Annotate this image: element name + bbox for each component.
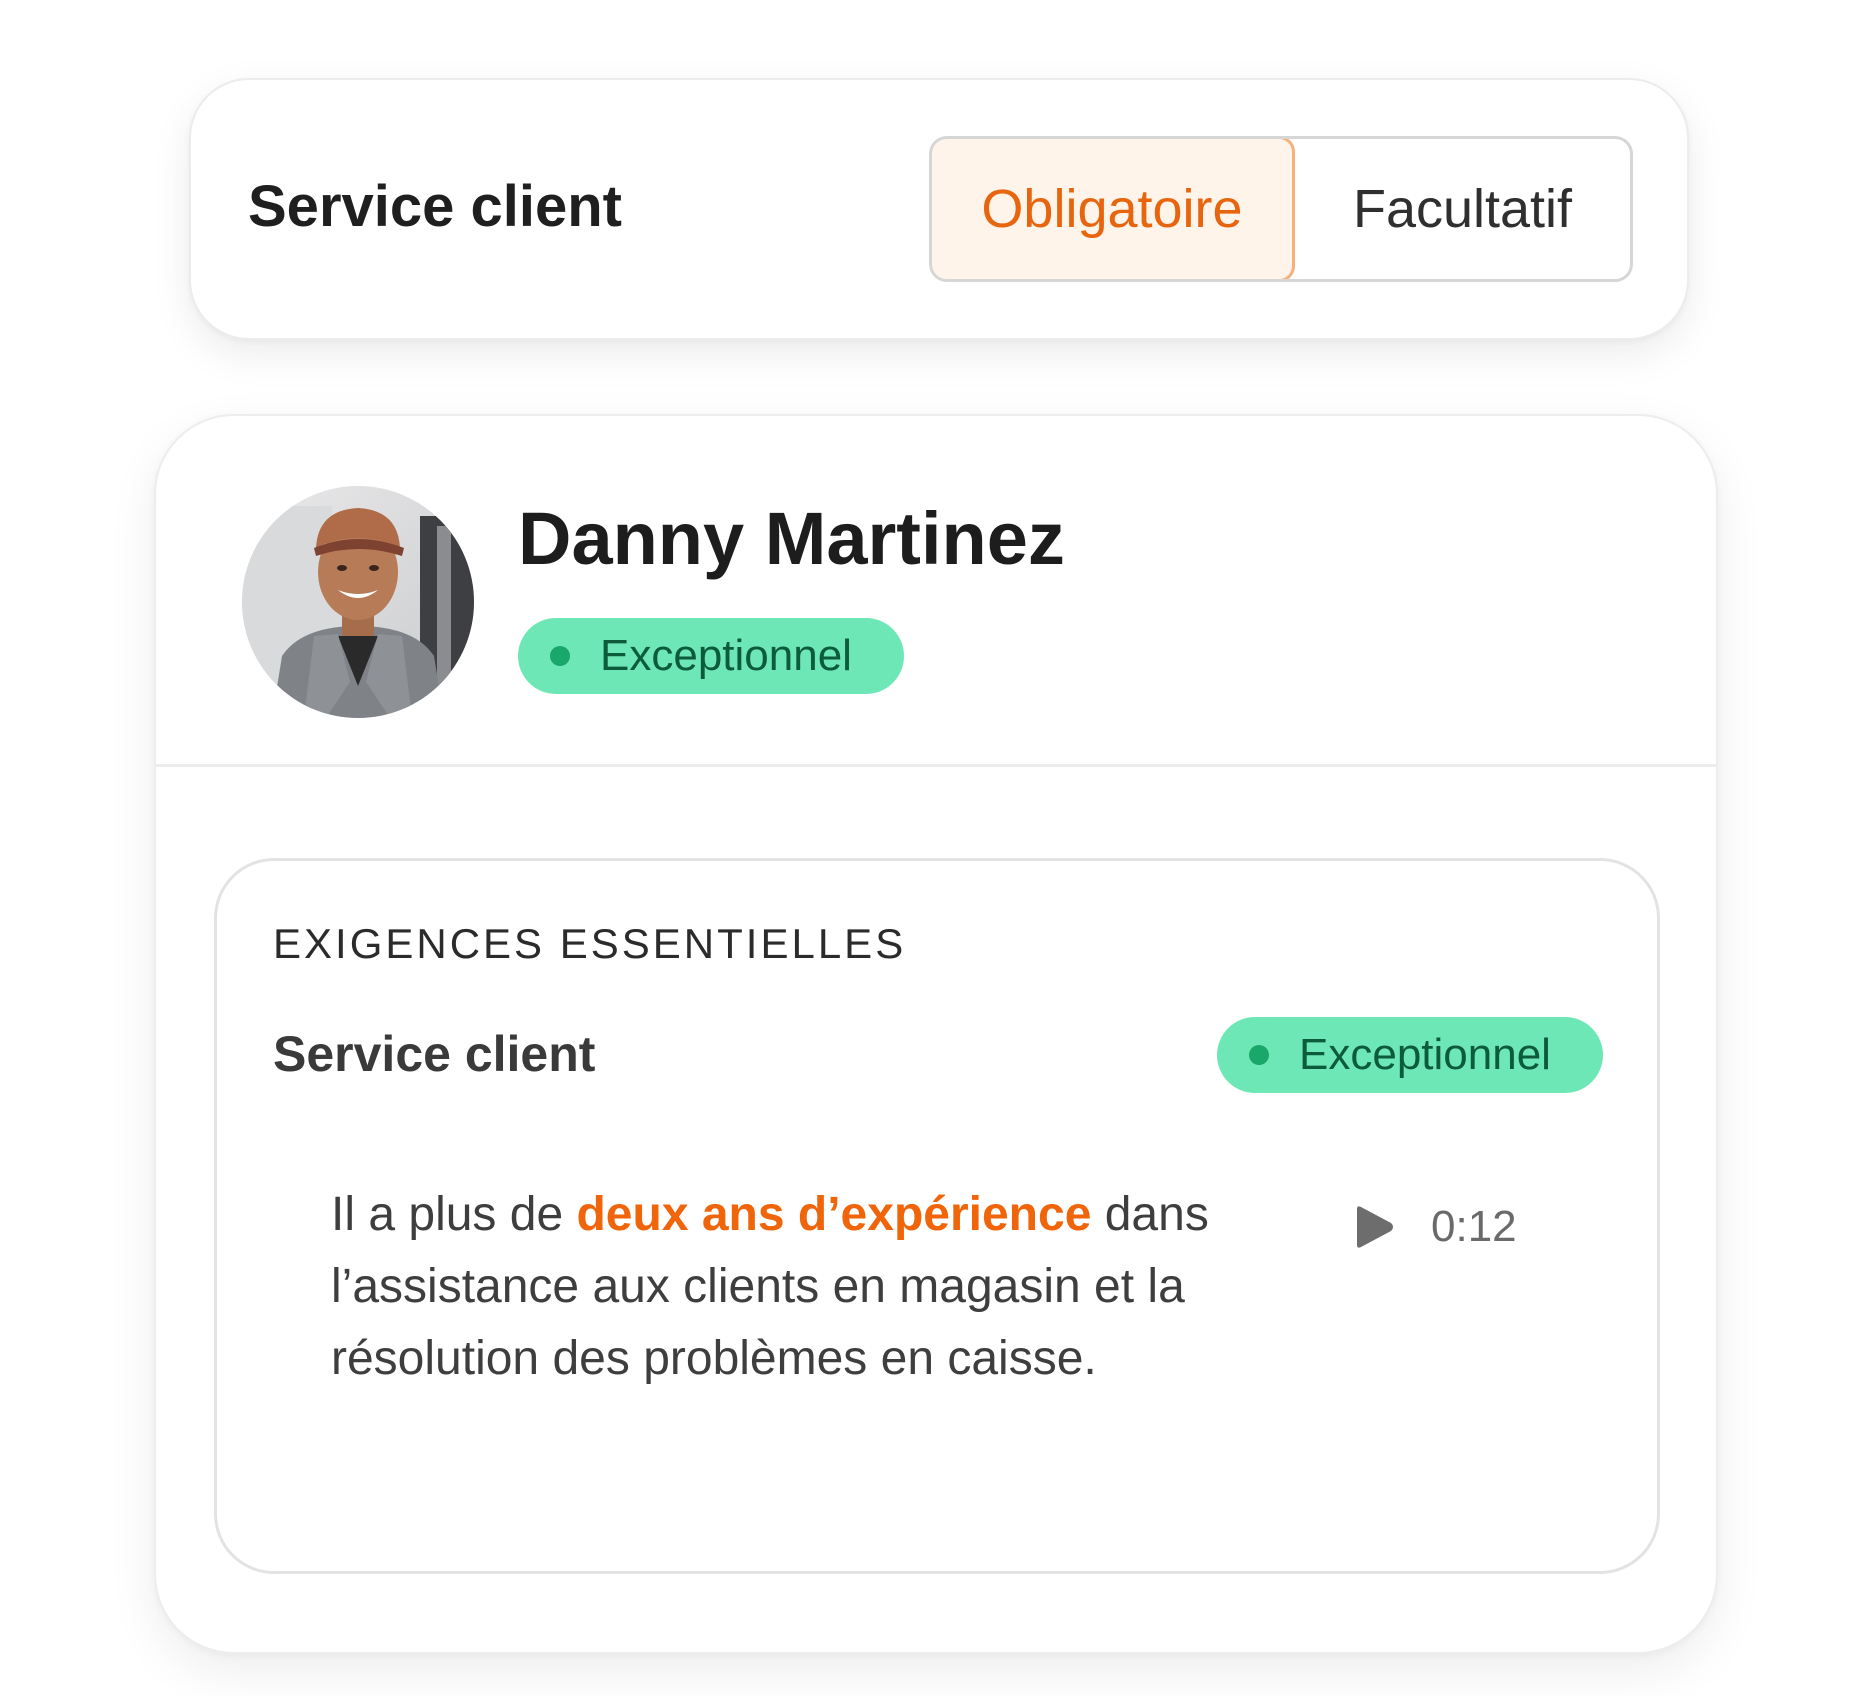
- option-obligatoire-button[interactable]: Obligatoire: [932, 139, 1295, 279]
- option-facultatif-button[interactable]: Facultatif: [1295, 139, 1630, 279]
- requirement-rating-badge: Exceptionnel: [1217, 1017, 1603, 1093]
- candidate-name: Danny Martinez: [518, 497, 1065, 580]
- status-dot-icon: [1249, 1045, 1269, 1065]
- person-photo-icon: [242, 486, 474, 718]
- card-divider: [156, 764, 1716, 767]
- status-dot-icon: [550, 646, 570, 666]
- requirement-segmented-control: Obligatoire Facultatif: [929, 136, 1633, 282]
- candidate-rating-badge: Exceptionnel: [518, 618, 904, 694]
- quote-highlight: deux ans d’expérience: [576, 1188, 1092, 1241]
- requirement-rating-label: Exceptionnel: [1299, 1030, 1551, 1079]
- audio-duration: 0:12: [1431, 1202, 1517, 1251]
- play-icon[interactable]: [1349, 1203, 1397, 1251]
- section-heading: EXIGENCES ESSENTIELLES: [273, 920, 907, 967]
- requirement-quote: Il a plus de deux ans d’expérience dans …: [331, 1179, 1291, 1395]
- avatar: [242, 486, 474, 718]
- requirements-panel: EXIGENCES ESSENTIELLES Service client Ex…: [214, 858, 1660, 1574]
- quote-text-start: Il a plus de: [331, 1188, 577, 1241]
- requirement-item-title: Service client: [273, 1026, 596, 1082]
- requirement-toggle-card: Service client Obligatoire Facultatif: [189, 78, 1689, 340]
- candidate-rating-label: Exceptionnel: [600, 631, 852, 680]
- requirement-title: Service client: [248, 174, 622, 239]
- candidate-card: Danny Martinez Exceptionnel EXIGENCES ES…: [154, 414, 1718, 1654]
